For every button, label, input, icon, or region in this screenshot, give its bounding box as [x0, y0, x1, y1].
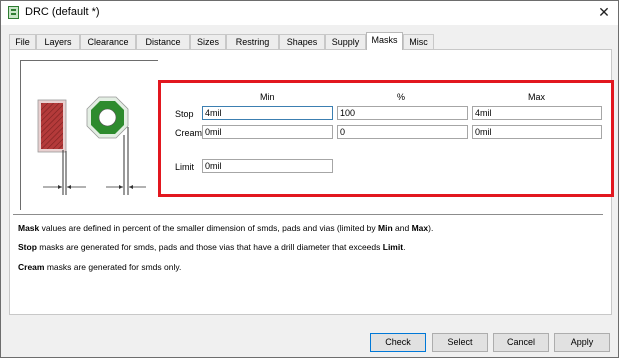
desc-mask-term: Mask: [18, 223, 40, 233]
mask-description: Mask values are defined in percent of th…: [18, 223, 433, 233]
stop-description: Stop masks are generated for smds, pads …: [18, 242, 405, 252]
separator-line: [13, 214, 603, 215]
desc-limit-term: Limit: [382, 242, 404, 252]
drc-dialog: DRC (default *) ✕ File Layers Clearance …: [0, 0, 619, 358]
cancel-button[interactable]: Cancel: [493, 333, 549, 352]
tab-file[interactable]: File: [9, 34, 36, 49]
masks-panel: Min % Max Stop 4mil 100 4mil Cream 0mil …: [9, 49, 614, 315]
tab-layers[interactable]: Layers: [36, 34, 80, 49]
desc-mask-text: values are defined in percent of the sma…: [39, 223, 379, 233]
smd-pad-icon: [37, 99, 67, 153]
desc-max-term: Max: [411, 223, 429, 233]
desc-line1-end: ).: [428, 223, 434, 233]
desc-cream-term: Cream: [18, 262, 45, 272]
smd-arrow-left: [67, 185, 71, 189]
desc-and: and: [392, 223, 412, 233]
tab-supply[interactable]: Supply: [325, 34, 366, 49]
tab-sizes[interactable]: Sizes: [190, 34, 226, 49]
tab-distance[interactable]: Distance: [136, 34, 190, 49]
window-title: DRC (default *): [25, 6, 100, 18]
smd-arrow-right: [58, 185, 62, 189]
tab-restring[interactable]: Restring: [226, 34, 279, 49]
desc-stop-text: masks are generated for smds, pads and t…: [36, 242, 383, 252]
desc-min-term: Min: [378, 223, 393, 233]
tab-misc[interactable]: Misc: [403, 34, 434, 49]
desc-line2-end: .: [403, 242, 406, 252]
select-button[interactable]: Select: [432, 333, 488, 352]
octagon-pad-icon: [86, 96, 129, 139]
title-bar: DRC (default *) ✕: [1, 1, 618, 25]
tab-masks[interactable]: Masks: [366, 32, 403, 50]
tab-shapes[interactable]: Shapes: [279, 34, 325, 49]
app-icon: [8, 6, 19, 19]
desc-cream-text: masks are generated for smds only.: [44, 262, 182, 272]
tab-clearance[interactable]: Clearance: [80, 34, 136, 49]
apply-button[interactable]: Apply: [554, 333, 610, 352]
mask-diagram: [37, 96, 146, 195]
pad-arrow-left: [129, 185, 133, 189]
close-icon[interactable]: ✕: [596, 4, 612, 20]
check-button[interactable]: Check: [370, 333, 426, 352]
pad-arrow-right: [119, 185, 123, 189]
highlight-box: [158, 80, 614, 197]
cream-description: Cream masks are generated for smds only.: [18, 262, 181, 272]
desc-stop-term: Stop: [18, 242, 37, 252]
